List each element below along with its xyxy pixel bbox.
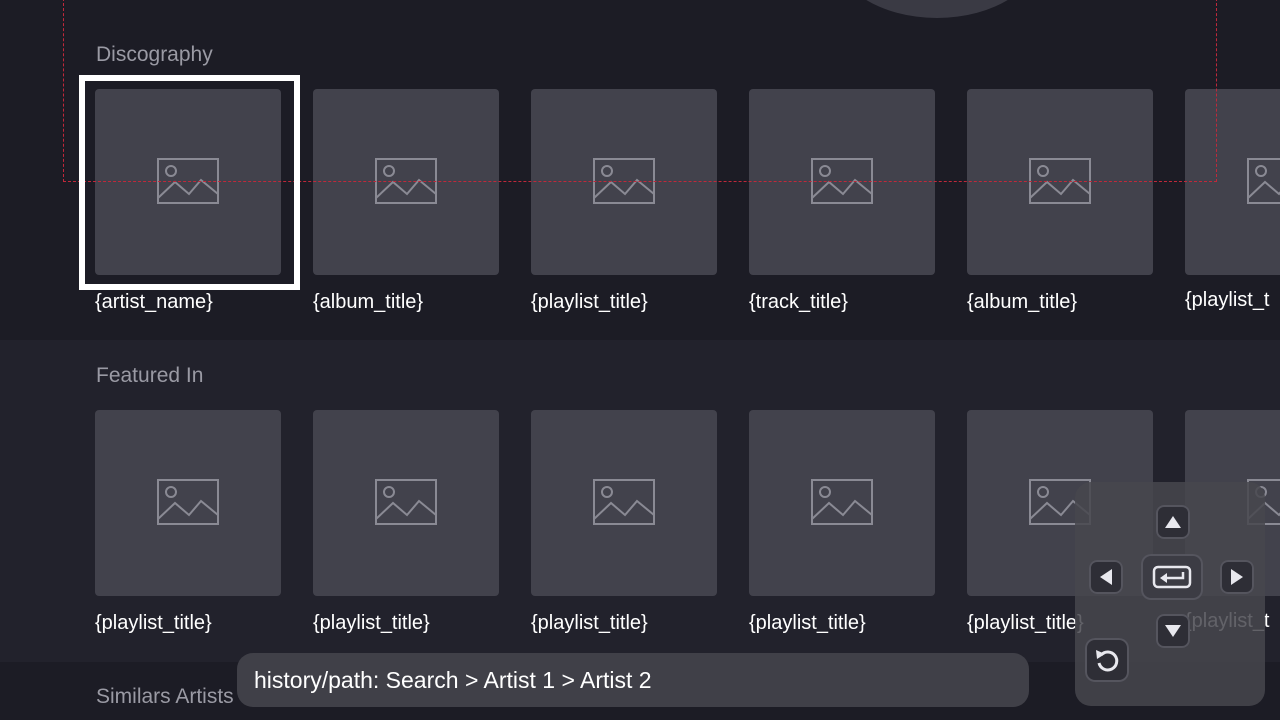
card-title: {playlist_title} [313, 612, 430, 634]
discography-card[interactable]: {album_title} [967, 89, 1153, 314]
featured-card[interactable]: {playlist_title} [749, 410, 935, 635]
arrow-down-icon [1165, 625, 1181, 637]
image-placeholder-icon [749, 89, 935, 275]
featured-heading: Featured In [96, 364, 204, 387]
right-button[interactable] [1220, 560, 1254, 594]
card-title: {album_title} [967, 291, 1078, 313]
arrow-right-icon [1231, 569, 1243, 585]
image-placeholder-icon [313, 410, 499, 596]
image-placeholder-icon [95, 410, 281, 596]
featured-card[interactable]: {playlist_title} [95, 410, 281, 635]
card-title: {playlist_title} [531, 612, 648, 634]
discography-card[interactable]: {album_title} [313, 89, 499, 314]
similars-heading: Similars Artists [96, 685, 234, 708]
image-placeholder-icon [313, 89, 499, 275]
card-title: {playlist_title} [531, 291, 648, 313]
card-title: {artist_name} [95, 291, 213, 313]
remote-control-overlay [1075, 482, 1265, 706]
card-title: {playlist_title} [749, 612, 866, 634]
card-title: {album_title} [313, 291, 424, 313]
discography-card[interactable]: {track_title} [749, 89, 935, 314]
up-button[interactable] [1156, 505, 1190, 539]
arrow-up-icon [1165, 516, 1181, 528]
arrow-left-icon [1100, 569, 1112, 585]
featured-card[interactable]: {playlist_title} [313, 410, 499, 635]
focus-ring [79, 75, 300, 290]
image-placeholder-icon [1185, 89, 1280, 275]
featured-card[interactable]: {playlist_title} [531, 410, 717, 635]
card-title: {track_title} [749, 291, 848, 313]
left-button[interactable] [1089, 560, 1123, 594]
history-path-bar: history/path: Search > Artist 1 > Artist… [237, 653, 1029, 707]
image-placeholder-icon [749, 410, 935, 596]
discography-card[interactable]: {playlist_title} [531, 89, 717, 314]
ok-button[interactable] [1141, 554, 1203, 600]
back-icon [1096, 650, 1119, 672]
card-title: {playlist_title} [95, 612, 212, 634]
history-path-text: history/path: Search > Artist 1 > Artist… [254, 666, 652, 693]
back-button[interactable] [1085, 638, 1129, 682]
artist-avatar [832, 0, 1042, 18]
card-title: {playlist_t [1185, 289, 1270, 311]
image-placeholder-icon [531, 410, 717, 596]
discography-heading: Discography [96, 43, 213, 66]
image-placeholder-icon [531, 89, 717, 275]
enter-icon [1152, 565, 1192, 589]
down-button[interactable] [1156, 614, 1190, 648]
image-placeholder-icon [967, 89, 1153, 275]
discography-card[interactable]: {playlist_t [1185, 89, 1280, 312]
